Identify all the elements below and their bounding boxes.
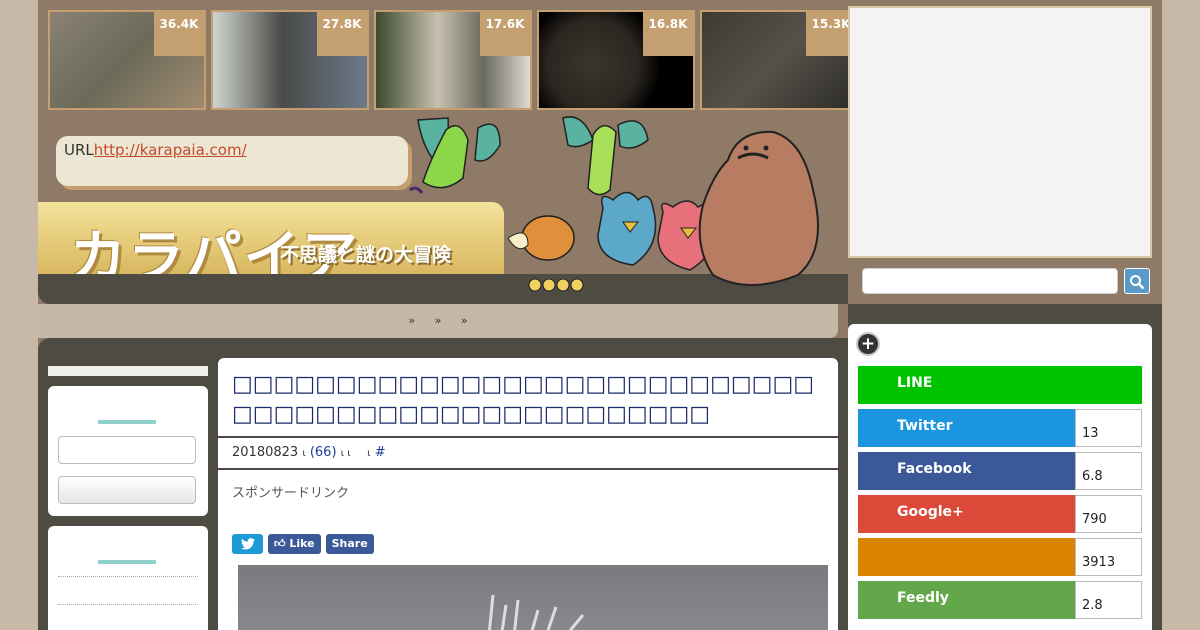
share-row-googleplus[interactable]: Google+ 790 [858, 495, 1142, 533]
thumbnail-2[interactable]: 27.8K [211, 10, 369, 110]
thumbnail-5[interactable]: 15.3K [700, 10, 858, 110]
thumbnail-4[interactable]: 16.8K [537, 10, 695, 110]
nav-separator: » [460, 314, 468, 327]
search-icon [1130, 274, 1145, 289]
share-buttons: 👍︎ Like Share [232, 534, 374, 554]
thumbnail-count: 36.4K [154, 12, 204, 56]
meta-separator: ι ι [340, 448, 351, 459]
facebook-share-button[interactable]: Share [325, 534, 374, 554]
share-row-twitter[interactable]: Twitter 13 [858, 409, 1142, 447]
share-row-facebook[interactable]: Facebook 6.8 [858, 452, 1142, 490]
comment-count-link[interactable]: (66) [310, 445, 337, 460]
popular-thumbnails: 36.4K 27.8K 17.6K 16.8K 15.3K [48, 10, 858, 110]
thumbnail-count: 16.8K [643, 12, 693, 56]
widget-accent-line [98, 420, 156, 424]
blue-bird-mascot-icon [597, 191, 657, 266]
meta-separator: ι [302, 448, 306, 459]
url-prefix: URL [64, 141, 94, 159]
share-label-line: LINE [858, 366, 1142, 404]
brown-mustache-mascot-icon [698, 130, 819, 286]
left-sidebar-header-bar [48, 366, 208, 376]
article-title[interactable]: □□□□□□□□□□□□□□□□□□□□□□□□□□□□□□□□□□□□□□□□… [218, 358, 838, 438]
share-count-facebook: 6.8 [1075, 452, 1142, 490]
thumbs-up-icon: 👍︎ [274, 537, 286, 550]
butterfly-mascot-small-icon [409, 117, 501, 194]
tweet-button[interactable] [232, 534, 263, 554]
header-bottom-band [38, 274, 848, 304]
share-count-hatena: 3913 [1075, 538, 1142, 576]
article-date: 20180823 [232, 445, 299, 460]
left-list-widget [48, 526, 208, 630]
twitter-bird-icon [240, 538, 255, 550]
left-search-input[interactable] [58, 436, 196, 464]
hero-image-graphic [487, 594, 585, 630]
meta-separator: ι [367, 448, 371, 459]
share-label: Share [331, 537, 368, 550]
share-row-feedly[interactable]: Feedly 2.8 [858, 581, 1142, 619]
search-input[interactable] [862, 268, 1118, 294]
widget-accent-line [98, 560, 156, 564]
nav-separator: » [408, 314, 416, 327]
site-url-link[interactable]: http://karapaia.com/ [94, 141, 247, 159]
article-meta: 20180823 ι (66) ι ι ι # [218, 438, 838, 470]
share-label-googleplus: Google+ [858, 495, 1075, 533]
advertisement-box[interactable] [848, 6, 1152, 258]
share-count-twitter: 13 [1075, 409, 1142, 447]
share-label-hatena [858, 538, 1075, 576]
thumbnail-count: 27.8K [317, 12, 367, 56]
site-tagline: 不思議と謎の大冒険 [280, 244, 452, 266]
hash-link[interactable]: # [375, 445, 386, 460]
share-label-feedly: Feedly [858, 581, 1075, 619]
list-divider [58, 576, 198, 577]
share-label-facebook: Facebook [858, 452, 1075, 490]
share-row-line[interactable]: LINE [858, 366, 1142, 404]
article-card: □□□□□□□□□□□□□□□□□□□□□□□□□□□□□□□□□□□□□□□□… [218, 358, 838, 630]
left-search-widget [48, 386, 208, 516]
facebook-like-button[interactable]: 👍︎ Like [268, 534, 321, 554]
left-search-button[interactable] [58, 476, 196, 504]
sponsored-link-label: スポンサードリンク [232, 486, 350, 501]
thumbnail-count: 17.6K [480, 12, 530, 56]
social-share-panel: + LINE Twitter 13 Facebook 6.8 Google+ 7… [848, 324, 1152, 630]
share-count-googleplus: 790 [1075, 495, 1142, 533]
like-label: Like [289, 537, 315, 550]
list-divider [58, 604, 198, 605]
thumbnail-1[interactable]: 36.4K [48, 10, 206, 110]
share-label-twitter: Twitter [858, 409, 1075, 447]
butterfly-mascot-icon [562, 116, 649, 196]
pink-bird-mascot-icon [657, 200, 717, 271]
plus-icon[interactable]: + [858, 334, 878, 354]
search-area [848, 262, 1162, 304]
nav-separator: » [434, 314, 442, 327]
page: 36.4K 27.8K 17.6K 16.8K 15.3K URLhttp://… [38, 0, 1162, 630]
search-button[interactable] [1124, 268, 1150, 294]
share-row-hatena[interactable]: 3913 [858, 538, 1142, 576]
article-hero-image [238, 565, 828, 630]
breadcrumb-nav: » » » [38, 304, 838, 338]
share-count-feedly: 2.8 [1075, 581, 1142, 619]
thumbnail-3[interactable]: 17.6K [374, 10, 532, 110]
url-box: URLhttp://karapaia.com/ [56, 136, 408, 186]
